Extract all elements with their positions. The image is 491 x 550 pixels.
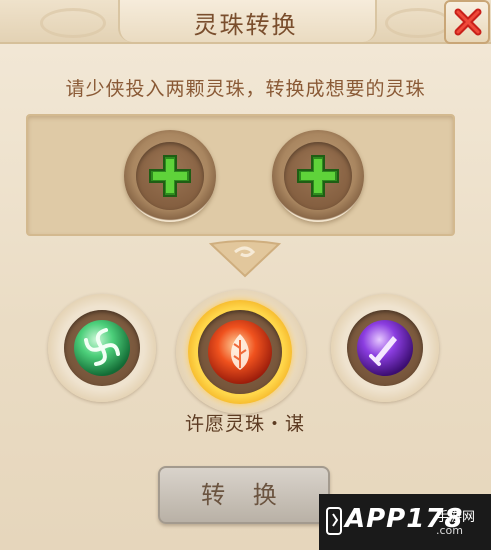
- cloud-decoration: [385, 8, 451, 38]
- watermark-sub: 手游网: [436, 510, 476, 525]
- cloud-decoration: [40, 8, 106, 38]
- green-plus-icon: [297, 155, 339, 197]
- selected-orb-name: 许愿灵珠・谋: [184, 413, 305, 435]
- instruction-text: 请少侠投入两颗灵珠，转换成想要的灵珠: [65, 78, 426, 100]
- orb-conversion-panel: 灵珠转换 请少侠投入两颗灵珠，转换成想要的灵珠 许愿灵珠・谋 转 换 APP17…: [0, 0, 491, 550]
- down-arrow-decoration: [208, 240, 282, 278]
- orb-frame-purple[interactable]: [331, 294, 439, 402]
- green-wind-orb: [72, 318, 132, 378]
- site-watermark: APP178 手游网 .com: [319, 494, 491, 550]
- orb-frame-green[interactable]: [48, 294, 156, 402]
- flame-orb-icon: [208, 320, 272, 384]
- sword-orb-icon: [357, 320, 413, 376]
- orb-frame-red[interactable]: [176, 290, 306, 414]
- wind-orb-icon: [74, 320, 130, 376]
- orb-slot-1[interactable]: [124, 130, 216, 222]
- purple-sword-orb: [355, 318, 415, 378]
- page-title: 灵珠转换: [193, 11, 298, 39]
- close-icon: [454, 8, 482, 36]
- phone-icon: [326, 507, 342, 535]
- convert-button[interactable]: 转 换: [158, 466, 330, 524]
- red-flame-orb: [206, 318, 274, 386]
- watermark-domain: .com: [436, 524, 463, 537]
- close-button[interactable]: [444, 0, 490, 44]
- orb-slot-area: [26, 114, 455, 236]
- green-plus-icon: [149, 155, 191, 197]
- orb-slot-2[interactable]: [272, 130, 364, 222]
